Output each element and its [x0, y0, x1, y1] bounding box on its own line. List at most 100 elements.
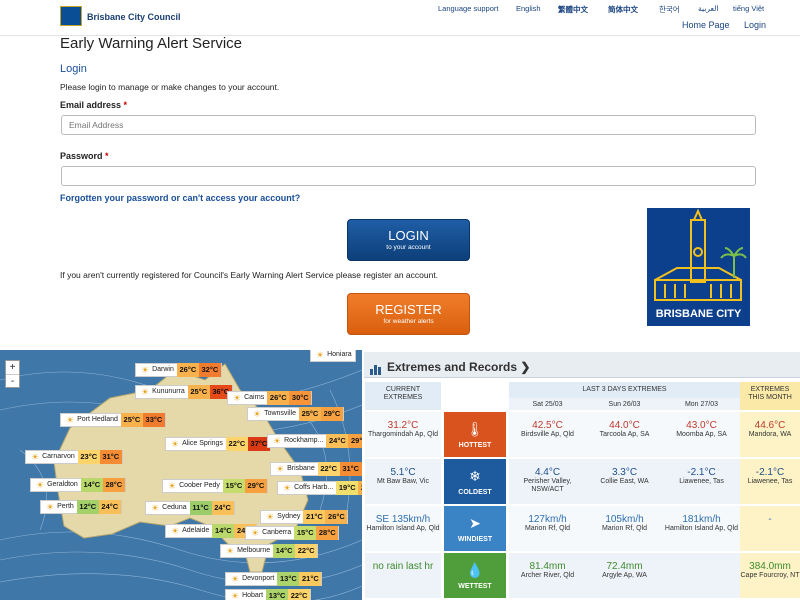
sun-icon: ☀ [66, 415, 75, 425]
map-city-16[interactable]: ☀ Canberra 15°C 28°C [245, 526, 340, 540]
extreme-value: 44.0°C [609, 420, 640, 431]
sun-icon: ☀ [141, 365, 150, 375]
extreme-type-cell: 💧 WETTEST [444, 553, 506, 598]
extreme-value: 384.0mm [749, 561, 791, 572]
sun-icon: ☀ [251, 528, 260, 538]
sun-icon: ☀ [36, 480, 45, 490]
council-logo-icon[interactable] [60, 6, 82, 26]
lang-traditional-chinese-link[interactable]: 繁體中文 [558, 4, 588, 15]
month-extreme-cell: 384.0mm Cape Fourcroy, NT [740, 553, 800, 598]
day2-extreme-cell: 3.3°C Collie East, WA [586, 459, 663, 504]
zoom-in-button[interactable]: + [6, 361, 19, 375]
extreme-location: Moomba Ap, SA [676, 431, 727, 438]
map-city-0[interactable]: ☀ Darwin 26°C 32°C [135, 363, 222, 377]
map-zoom-control[interactable]: + - [5, 360, 20, 388]
extreme-location: Birdsville Ap, Qld [521, 431, 574, 438]
map-city-9[interactable]: ☀ Geraldton 14°C 28°C [30, 478, 126, 492]
day1-header: Sat 25/03 [509, 398, 586, 410]
city-min-temp: 14°C [212, 524, 235, 538]
home-page-link[interactable]: Home Page [682, 20, 730, 30]
map-city-7[interactable]: ☀ Carnarvon 23°C 31°C [25, 450, 123, 464]
map-city-17[interactable]: ☀ Melbourne 14°C 22°C [220, 544, 319, 558]
map-city-10[interactable]: ☀ Coober Pedy 15°C 29°C [162, 479, 268, 493]
lang-vietnamese-link[interactable]: tiếng Việt [733, 4, 764, 13]
city-name: Adelaide [182, 527, 210, 534]
extreme-value: -2.1°C [755, 467, 785, 478]
sun-icon: ☀ [226, 546, 235, 556]
city-max-temp: 27°C [358, 481, 362, 495]
map-city-2[interactable]: ☀ Cairns 26°C 30°C [227, 391, 313, 405]
city-name: Kununurra [152, 388, 185, 395]
weather-map[interactable]: ☀ Darwin 26°C 32°C ☀ Kununurra 25°C 36°C ☀ Cairns… [0, 350, 362, 600]
city-name: Rockhamp... [284, 437, 324, 444]
city-min-temp: 25°C [187, 385, 210, 399]
map-city-3[interactable]: ☀ Townsville 25°C 29°C [247, 407, 344, 421]
page-title: Early Warning Alert Service [60, 35, 243, 52]
city-max-temp: 28°C [316, 526, 339, 540]
map-city-8[interactable]: ☀ Brisbane 22°C 31°C [270, 462, 362, 476]
city-name: Darwin [152, 366, 174, 373]
city-name: Perth [57, 503, 74, 510]
extreme-type-cell: 🌡 HOTTEST [444, 412, 506, 457]
extreme-value: 181km/h [682, 514, 721, 525]
language-support-link[interactable]: Language support [438, 4, 498, 13]
city-min-temp: 14°C [273, 544, 296, 558]
extreme-location: Liawenee, Tas [747, 478, 793, 485]
map-city-18[interactable]: ☀ Devonport 13°C 21°C [225, 572, 323, 586]
extreme-value: 42.5°C [532, 420, 563, 431]
city-min-temp: 23°C [77, 450, 100, 464]
city-min-temp: 24°C [326, 434, 349, 448]
login-button[interactable]: LOGIN to your account [347, 219, 470, 261]
forgot-password-link[interactable]: Forgotten your password or can't access … [60, 193, 300, 203]
login-heading: Login [60, 63, 87, 75]
register-button[interactable]: REGISTER for weather alerts [347, 293, 470, 335]
sun-icon: ☀ [283, 483, 292, 493]
month-extreme-cell: - [740, 506, 800, 551]
extreme-location: Mandora, WA [748, 431, 792, 438]
lang-simplified-chinese-link[interactable]: 简体中文 [608, 4, 638, 15]
password-field[interactable] [61, 166, 756, 186]
map-city-1[interactable]: ☀ Kununurra 25°C 36°C [135, 385, 233, 399]
extreme-value: no rain last hr [372, 561, 434, 572]
extreme-location: Hamilton Island Ap, Qld [366, 525, 440, 532]
map-city-5[interactable]: ☀ Alice Springs 22°C 37°C [165, 437, 271, 451]
map-city-19[interactable]: ☀ Hobart 13°C 22°C [225, 589, 312, 600]
city-name: Sydney [277, 513, 301, 520]
month-extreme-cell: 44.6°C Mandora, WA [740, 412, 800, 457]
zoom-out-button[interactable]: - [6, 375, 19, 388]
current-header-cell: CURRENT EXTREMES [365, 382, 441, 410]
city-min-temp: 25°C [298, 407, 321, 421]
map-city-6[interactable]: ☀Rockhamp...24°C29°C [267, 434, 362, 448]
lang-english-link[interactable]: English [516, 4, 541, 13]
council-name[interactable]: Brisbane City Council [87, 12, 181, 22]
sun-icon: ☀ [231, 574, 240, 584]
register-note-text: If you aren't currently registered for C… [60, 270, 439, 280]
map-city-15[interactable]: ☀Adelaide14°C24°C [165, 524, 258, 538]
current-extreme-cell: SE 135km/h Hamilton Island Ap, Qld [365, 506, 441, 551]
map-city-14[interactable]: ☀ Sydney 21°C 26°C [260, 510, 349, 524]
map-city-12[interactable]: ☀ Perth 12°C 24°C [40, 500, 122, 514]
city-min-temp: 22°C [317, 462, 340, 476]
city-max-temp: 22°C [288, 589, 311, 600]
city-min-temp: 26°C [176, 363, 199, 377]
extreme-location: Archer River, Qld [520, 572, 575, 579]
city-min-temp: 19°C [336, 481, 359, 495]
extreme-location: Cape Fourcroy, NT [740, 572, 800, 579]
login-nav-link[interactable]: Login [744, 20, 766, 30]
extremes-title[interactable]: Extremes and Records ❯ [387, 360, 530, 374]
map-city-13[interactable]: ☀ Ceduna 11°C 24°C [145, 501, 235, 515]
login-intro-text: Please login to manage or make changes t… [60, 82, 280, 92]
map-city-4[interactable]: ☀ Port Hedland 25°C 33°C [60, 413, 166, 427]
city-min-temp: 15°C [294, 526, 317, 540]
city-max-temp: 33°C [142, 413, 165, 427]
map-city-11[interactable]: ☀Coffs Harb...19°C27°C [277, 481, 362, 495]
lang-arabic-link[interactable]: العربية [698, 4, 719, 13]
lang-korean-link[interactable]: 한국어 [659, 4, 680, 15]
map-city-20[interactable]: ☀ Honiara [310, 350, 356, 362]
extreme-location: Hamilton Island Ap, Qld [664, 525, 739, 532]
city-min-temp: 22°C [225, 437, 248, 451]
email-field[interactable] [61, 115, 756, 135]
city-min-temp: 13°C [277, 572, 300, 586]
city-max-temp: 24°C [98, 500, 121, 514]
extreme-value: 127km/h [528, 514, 567, 525]
